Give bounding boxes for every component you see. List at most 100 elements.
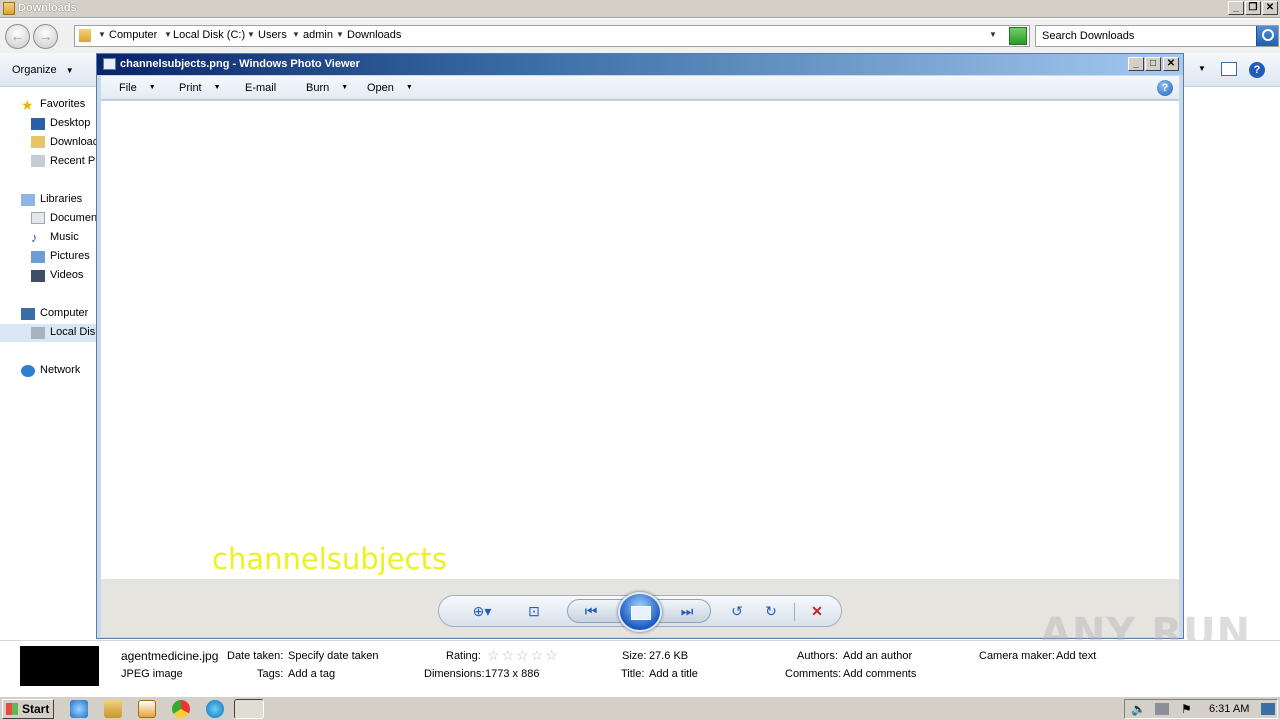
nav-local-disk[interactable]: Local Disk [50,326,97,338]
breadcrumb-users[interactable]: Users [258,29,287,41]
chevron-right-icon: ▼ [292,30,300,39]
folder-icon [79,29,91,42]
minimize-button[interactable]: _ [1228,1,1244,15]
volume-icon[interactable]: 🔈 [1131,702,1146,716]
zoom-icon[interactable]: ⊕▾ [467,603,497,619]
nav-computer[interactable]: Computer [40,307,88,319]
authors-value[interactable]: Add an author [843,650,912,662]
previous-icon[interactable]: ⏮ [582,603,600,619]
forward-button[interactable]: → [33,24,58,49]
flag-icon[interactable]: ⚑ [1181,702,1192,716]
rotate-counterclockwise-icon[interactable]: ↺ [728,603,746,619]
nav-network[interactable]: Network [40,364,80,376]
menu-email-label: E-mail [245,82,277,94]
viewer-close-button[interactable]: ✕ [1163,57,1179,71]
address-row: ← → ▼ Computer ▼ Local Disk (C:) ▼ Users… [0,19,1280,53]
chevron-down-icon: ▼ [405,84,413,91]
photo-viewer-controls: ⊕▾ ⊡ ⏮ ⏭ ↺ ↻ ✕ [101,579,1179,637]
nav-pictures[interactable]: Pictures [50,250,90,262]
breadcrumb-downloads[interactable]: Downloads [347,29,401,41]
documents-icon [31,212,45,224]
chevron-down-icon: ▼ [213,84,221,91]
desktop-icon [31,118,45,130]
close-button[interactable]: ✕ [1262,1,1278,15]
start-button[interactable]: Start [2,699,54,719]
address-bar[interactable]: ▼ Computer ▼ Local Disk (C:) ▼ Users ▼ a… [74,25,1030,47]
internet-explorer-icon[interactable] [70,700,88,718]
nav-documents[interactable]: Documen [50,212,97,224]
photo-viewer-title: channelsubjects.png - Windows Photo View… [120,58,360,70]
preview-pane-icon[interactable] [1221,62,1237,76]
viewer-minimize-button[interactable]: _ [1128,57,1144,71]
camera-maker-value[interactable]: Add text [1056,650,1096,662]
edge-icon[interactable] [206,700,224,718]
taskbar-photo-viewer-button[interactable] [234,699,264,719]
menu-burn[interactable]: Burn ▼ [306,82,348,94]
show-desktop-icon[interactable] [1261,703,1275,715]
size-label: Size: [622,650,647,662]
dimensions-value: 1773 x 886 [485,668,540,680]
breadcrumb-admin[interactable]: admin [303,29,333,41]
search-placeholder: Search Downloads [1042,30,1135,42]
rating-label: Rating: [446,650,481,662]
chrome-icon[interactable] [172,700,190,718]
organize-button[interactable]: Organize ▼ [12,64,74,76]
network-icon [21,365,35,377]
nav-desktop[interactable]: Desktop [50,117,97,129]
file-explorer-icon[interactable] [104,700,122,718]
search-icon[interactable] [1256,26,1278,46]
details-pane: agentmedicine.jpg JPEG image Date taken:… [0,640,1280,696]
network-tray-icon[interactable] [1155,703,1169,715]
photo-viewer-icon [103,58,116,70]
pictures-icon [31,251,45,263]
chevron-right-icon: ▼ [164,30,172,39]
menu-email[interactable]: E-mail [245,82,276,94]
title-value[interactable]: Add a title [649,668,698,680]
slideshow-button[interactable] [618,592,662,632]
menu-print[interactable]: Print ▼ [179,82,221,94]
tags-value[interactable]: Add a tag [288,668,335,680]
menu-open[interactable]: Open ▼ [367,82,413,94]
date-taken-value[interactable]: Specify date taken [288,650,379,662]
back-button[interactable]: ← [5,24,30,49]
next-icon[interactable]: ⏭ [678,603,696,619]
menu-file[interactable]: File ▼ [119,82,156,94]
chevron-down-icon[interactable]: ▼ [1198,64,1206,73]
breadcrumb-computer[interactable]: Computer [109,29,157,41]
rating-stars[interactable]: ☆☆☆☆☆ [487,647,560,664]
authors-label: Authors: [797,650,838,662]
media-player-icon[interactable] [138,700,156,718]
refresh-icon[interactable] [1009,27,1027,45]
search-input[interactable]: Search Downloads [1035,25,1279,47]
help-icon[interactable]: ? [1249,62,1265,78]
nav-favorites[interactable]: Favorites [40,98,85,110]
chevron-right-icon: ▼ [98,30,106,39]
menu-print-label: Print [179,82,202,94]
menu-file-label: File [119,82,137,94]
nav-recent-places[interactable]: Recent Pl [50,155,97,167]
nav-libraries[interactable]: Libraries [40,193,82,205]
viewer-maximize-button[interactable]: □ [1145,57,1161,71]
restore-button[interactable]: ❐ [1245,1,1261,15]
taskbar: Start 🔈 ⚑ 6:31 AM [0,696,1280,720]
rotate-clockwise-icon[interactable]: ↻ [762,603,780,619]
nav-videos[interactable]: Videos [50,269,83,281]
organize-label: Organize [12,64,57,76]
actual-size-icon[interactable]: ⊡ [525,603,543,619]
divider [794,603,795,621]
comments-value[interactable]: Add comments [843,668,916,680]
help-icon[interactable]: ? [1157,80,1173,96]
photo-viewer-menu-bar: File ▼ Print ▼ E-mail Burn ▼ Open ▼ ? [101,76,1179,100]
breadcrumb-local-disk[interactable]: Local Disk (C:) [173,29,245,41]
local-disk-icon [31,327,45,339]
clock[interactable]: 6:31 AM [1209,703,1249,715]
nav-downloads[interactable]: Downloac [50,136,97,148]
folder-icon [3,2,15,15]
nav-music[interactable]: Music [50,231,79,243]
date-taken-label: Date taken: [227,650,284,662]
videos-icon [31,270,45,282]
system-tray: 🔈 ⚑ 6:31 AM [1124,699,1278,719]
delete-icon[interactable]: ✕ [808,603,826,619]
photo-viewer-title-bar: channelsubjects.png - Windows Photo View… [97,54,1183,75]
chevron-down-icon[interactable]: ▼ [989,30,997,39]
